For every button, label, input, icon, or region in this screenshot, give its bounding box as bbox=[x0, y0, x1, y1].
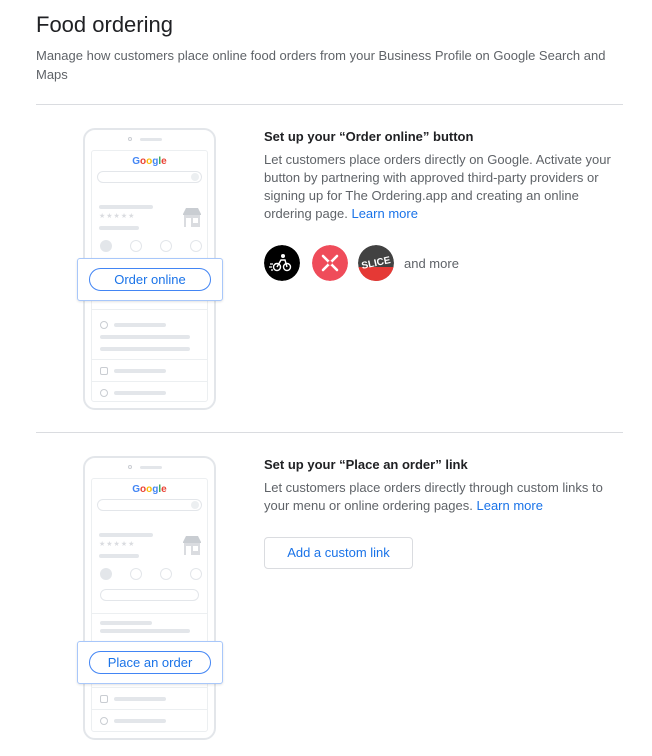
google-logo: Google bbox=[132, 484, 167, 495]
place-order-title: Set up your “Place an order” link bbox=[264, 457, 468, 472]
mock-action-circle bbox=[190, 240, 202, 252]
page-title: Food ordering bbox=[36, 12, 173, 37]
learn-more-link[interactable]: Learn more bbox=[476, 498, 542, 513]
speaker-bar bbox=[140, 138, 162, 141]
mock-divider bbox=[92, 613, 207, 614]
provider-fork-knife-icon bbox=[312, 245, 348, 281]
mock-text-line bbox=[99, 533, 153, 537]
clock-icon bbox=[100, 321, 108, 329]
phone-mockup-place-order: Google ★★★★★ bbox=[83, 456, 216, 740]
mock-text-line bbox=[114, 697, 166, 701]
provider-slice-icon: SLICE bbox=[358, 245, 394, 281]
mock-stars: ★★★★★ bbox=[99, 213, 136, 220]
mock-text-line bbox=[114, 391, 166, 395]
phone-icon bbox=[100, 367, 108, 375]
mock-action-circle bbox=[160, 240, 172, 252]
place-order-description: Let customers place orders directly thro… bbox=[264, 480, 603, 513]
search-icon bbox=[191, 173, 199, 181]
mock-action-circle bbox=[190, 568, 202, 580]
order-online-description: Let customers place orders directly on G… bbox=[264, 152, 611, 221]
mock-search-bar bbox=[97, 499, 202, 511]
mock-input-pill bbox=[100, 589, 199, 601]
phone-screen: Google ★★★★★ bbox=[91, 478, 208, 732]
search-icon bbox=[191, 501, 199, 509]
and-more-label: and more bbox=[404, 256, 459, 271]
mock-divider bbox=[92, 359, 207, 360]
mock-action-circle bbox=[100, 240, 112, 252]
mock-search-bar bbox=[97, 171, 202, 183]
camera-dot bbox=[128, 465, 132, 469]
mock-text-line bbox=[114, 369, 166, 373]
add-custom-link-button[interactable]: Add a custom link bbox=[264, 537, 413, 569]
mock-text-line bbox=[100, 621, 152, 625]
mock-order-online-button: Order online bbox=[89, 268, 211, 291]
mock-divider bbox=[92, 687, 207, 688]
mock-text-line bbox=[100, 335, 190, 339]
speaker-bar bbox=[140, 466, 162, 469]
globe-icon bbox=[100, 389, 108, 397]
store-icon bbox=[183, 536, 201, 555]
phone-side-button bbox=[215, 192, 216, 216]
mock-text-line bbox=[100, 347, 190, 351]
order-online-highlight: Order online bbox=[77, 258, 223, 301]
divider bbox=[36, 104, 623, 105]
mock-text-line bbox=[99, 554, 139, 558]
place-order-highlight: Place an order bbox=[77, 641, 223, 684]
mock-action-circle bbox=[130, 240, 142, 252]
mock-text-line bbox=[114, 323, 166, 327]
mock-text-line bbox=[100, 629, 190, 633]
mock-divider bbox=[92, 709, 207, 710]
divider bbox=[36, 432, 623, 433]
mock-action-circle bbox=[130, 568, 142, 580]
mock-action-circle bbox=[160, 568, 172, 580]
mock-divider bbox=[92, 309, 207, 310]
mock-place-order-button: Place an order bbox=[89, 651, 211, 674]
globe-icon bbox=[100, 717, 108, 725]
mock-stars: ★★★★★ bbox=[99, 541, 136, 548]
page-description: Manage how customers place online food o… bbox=[36, 48, 606, 82]
google-logo: Google bbox=[132, 156, 167, 167]
phone-side-button bbox=[215, 520, 216, 544]
store-icon bbox=[183, 208, 201, 227]
phone-side-button bbox=[215, 556, 216, 592]
phone-icon bbox=[100, 695, 108, 703]
camera-dot bbox=[128, 137, 132, 141]
mock-text-line bbox=[99, 226, 139, 230]
provider-courier-icon bbox=[264, 245, 300, 281]
mock-divider bbox=[92, 381, 207, 382]
mock-text-line bbox=[114, 719, 166, 723]
mock-action-circle bbox=[100, 568, 112, 580]
learn-more-link[interactable]: Learn more bbox=[351, 206, 417, 221]
mock-text-line bbox=[99, 205, 153, 209]
order-online-title: Set up your “Order online” button bbox=[264, 129, 474, 144]
